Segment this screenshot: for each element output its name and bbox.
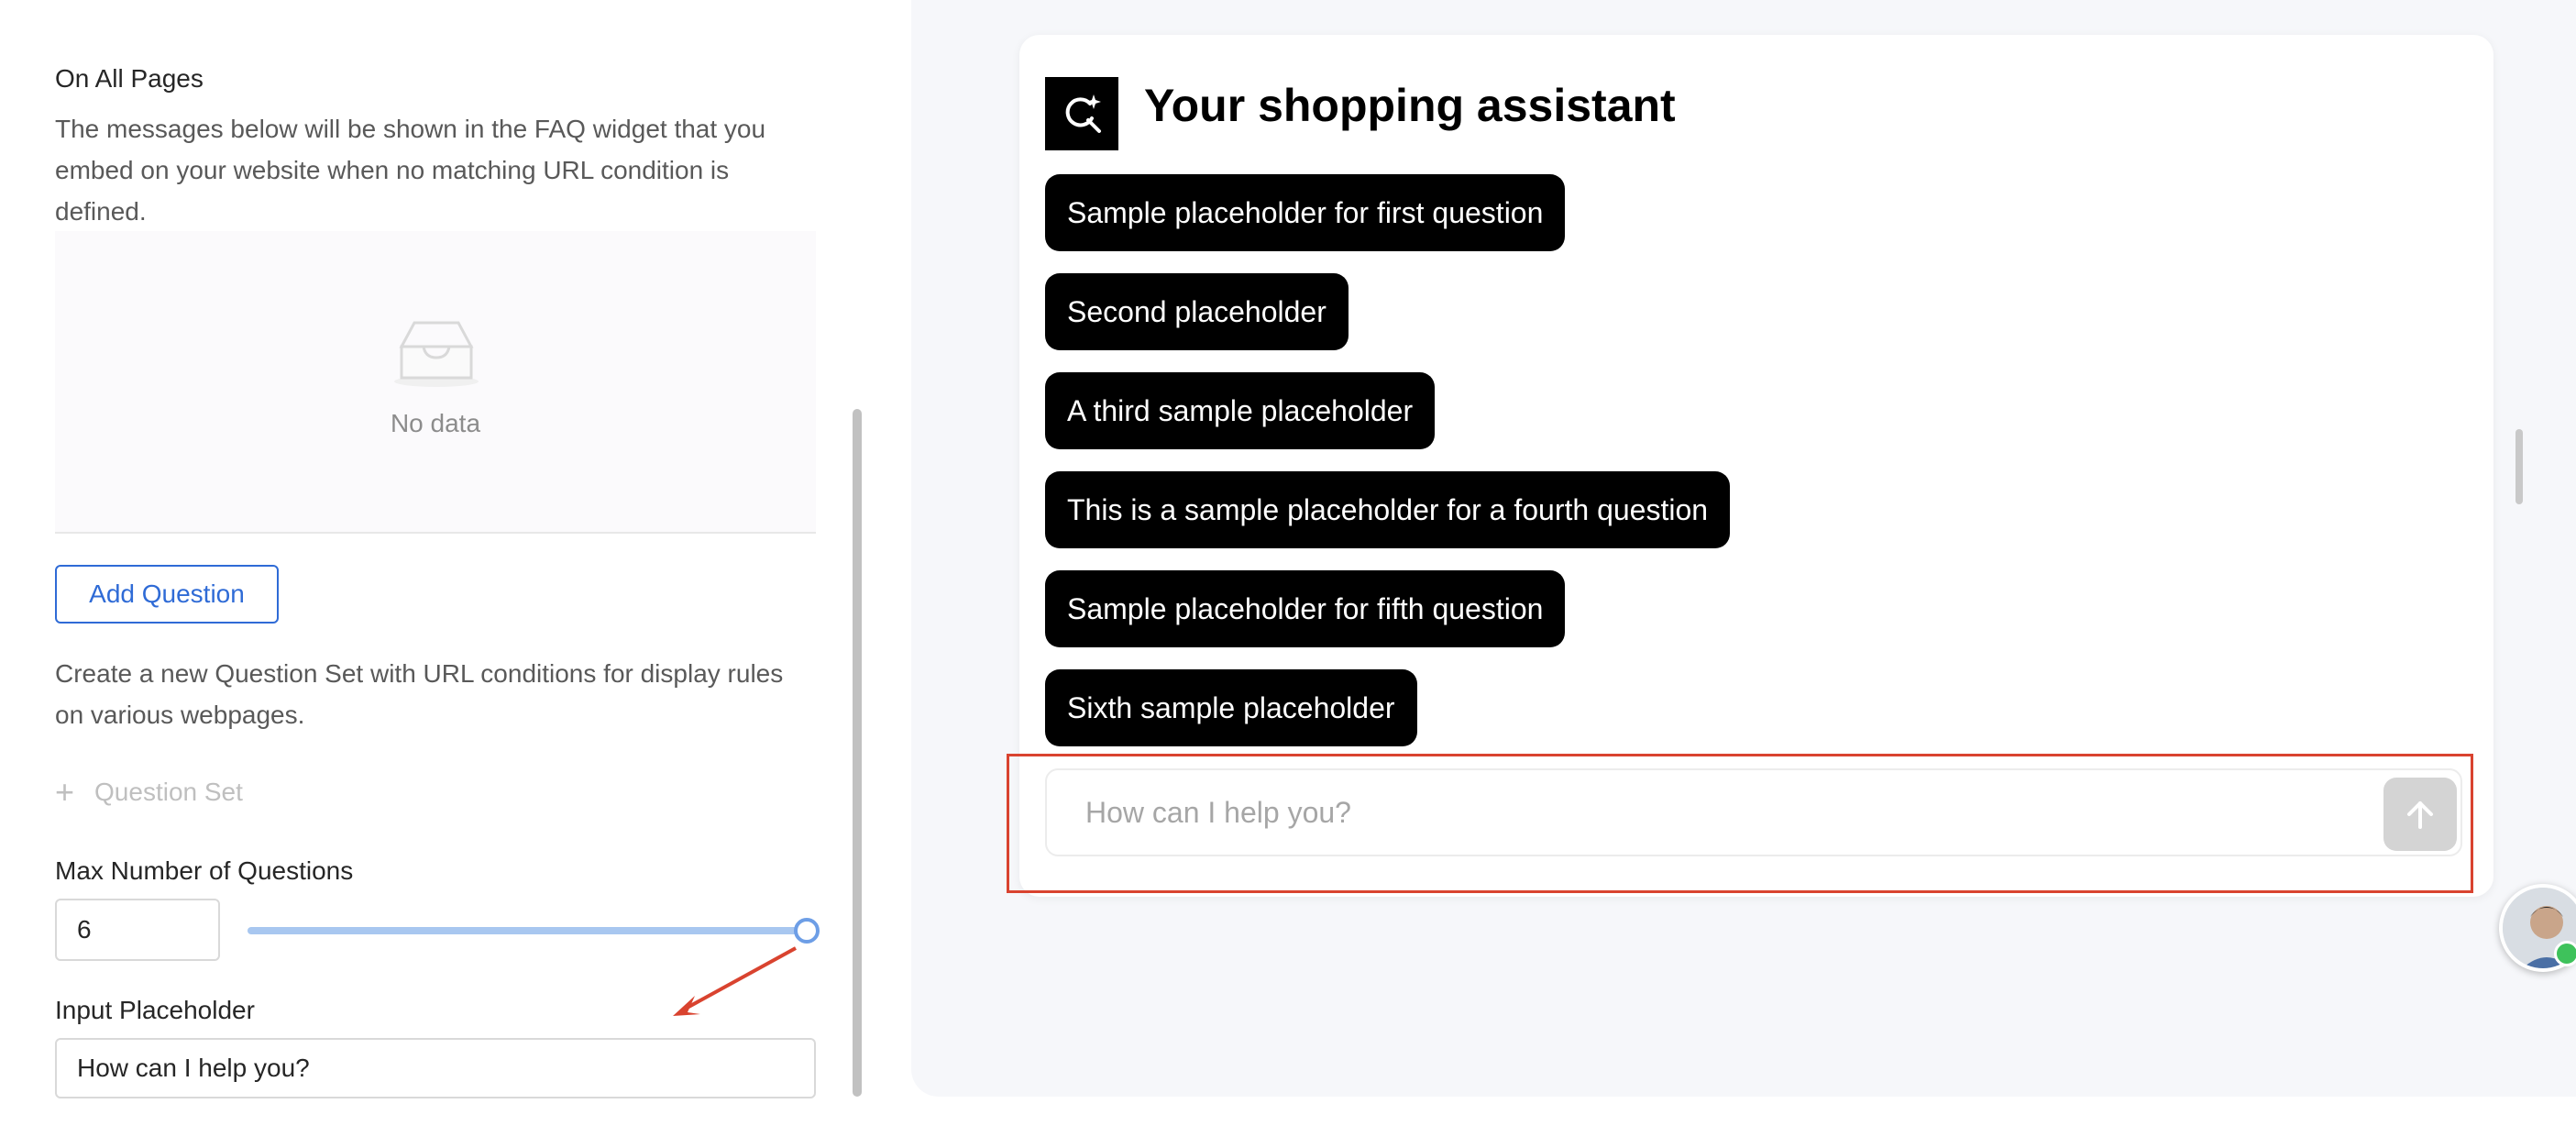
input-placeholder-label: Input Placeholder [55, 996, 255, 1024]
inbox-icon [394, 321, 479, 387]
empty-state: No data [55, 231, 816, 534]
question-set-description: Create a new Question Set with URL condi… [55, 659, 784, 729]
settings-panel: On All Pages The messages below will be … [0, 0, 911, 1148]
section-title: On All Pages [55, 64, 204, 93]
max-questions-label: Max Number of Questions [55, 856, 354, 885]
question-chip[interactable]: Second placeholder [1045, 273, 1349, 350]
question-chip[interactable]: Sixth sample placeholder [1045, 669, 1417, 746]
preview-scrollbar[interactable] [2515, 429, 2523, 504]
empty-state-text: No data [390, 409, 481, 437]
question-chip[interactable]: A third sample placeholder [1045, 372, 1436, 449]
max-questions-input[interactable]: 6 [55, 899, 220, 961]
section-description: The messages below will be shown in the … [55, 115, 766, 226]
add-question-button[interactable]: Add Question [55, 565, 279, 624]
scrollbar[interactable] [853, 409, 862, 1097]
question-list: Sample placeholder for first question Se… [1045, 174, 1731, 746]
annotation-arrow-icon [673, 946, 797, 1016]
max-questions-slider[interactable] [248, 927, 807, 934]
annotation-highlight-box [1007, 754, 2473, 893]
search-sparkle-icon [1065, 94, 1101, 133]
question-set-label: Question Set [94, 778, 243, 806]
question-chip[interactable]: Sample placeholder for first question [1045, 174, 1566, 251]
question-chip[interactable]: This is a sample placeholder for a fourt… [1045, 471, 1731, 548]
assistant-title: Your shopping assistant [1144, 80, 1676, 131]
plus-icon: + [55, 773, 75, 811]
question-chip[interactable]: Sample placeholder for fifth question [1045, 570, 1566, 647]
input-placeholder-field[interactable]: How can I help you? [55, 1038, 816, 1098]
add-question-set-button[interactable]: + Question Set [55, 776, 243, 809]
online-status-badge [2554, 941, 2576, 966]
slider-handle[interactable] [794, 918, 820, 944]
assistant-logo [1045, 77, 1118, 150]
